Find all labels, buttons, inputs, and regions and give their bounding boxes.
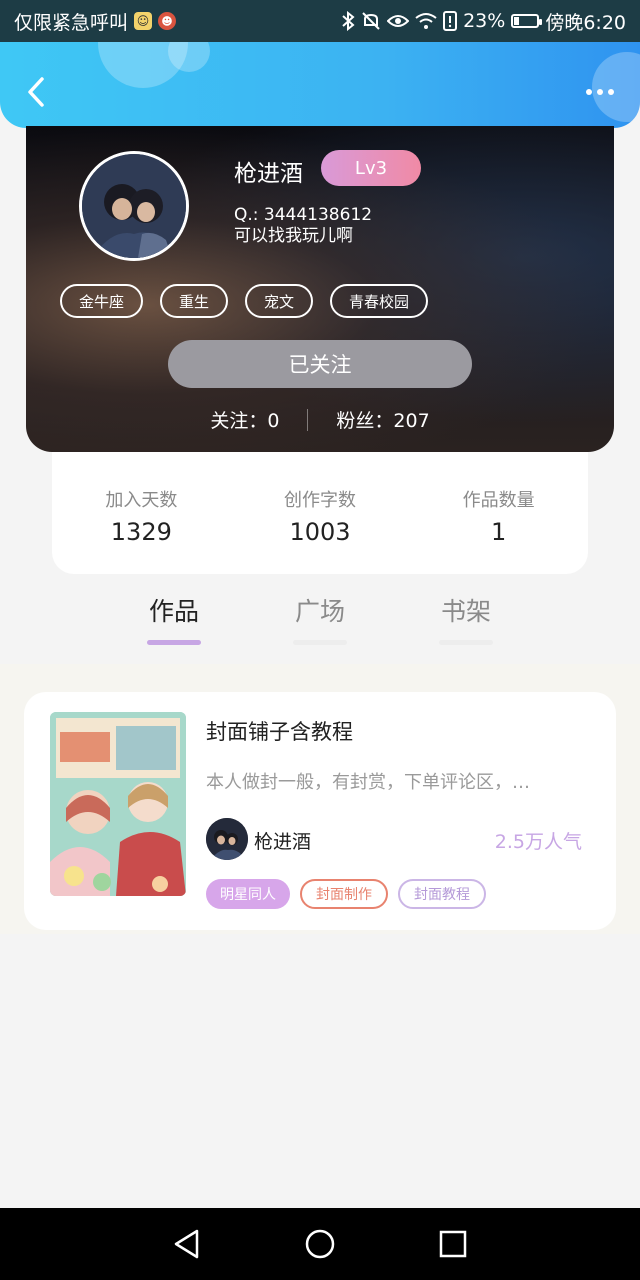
profile-tag[interactable]: 宠文	[245, 284, 314, 318]
work-description: 本人做封一般，有封赏，下单评论区，…	[206, 772, 530, 793]
qq-number: Q.: 3444138612	[234, 205, 373, 225]
avatar[interactable]	[79, 151, 189, 261]
nav-back-button[interactable]	[167, 1224, 207, 1264]
work-tag[interactable]: 封面制作	[300, 879, 388, 909]
work-title: 封面铺子含教程	[206, 720, 353, 744]
more-button[interactable]	[580, 80, 620, 104]
username: 枪进酒	[234, 161, 303, 187]
mute-icon	[361, 11, 381, 31]
stat-join-days: 加入天数 1329	[66, 486, 216, 546]
wifi-icon	[415, 12, 437, 30]
eye-icon	[387, 13, 410, 29]
alert-icon	[443, 11, 458, 31]
work-tags: 明星同人 封面制作 封面教程	[206, 879, 486, 909]
work-cover-image[interactable]	[50, 712, 186, 896]
following-count[interactable]: 关注：0	[210, 406, 279, 433]
stat-value: 1	[491, 518, 507, 546]
stat-value: 1329	[110, 518, 172, 546]
back-button[interactable]	[18, 72, 54, 112]
tab-bar: 作品 广场 书架	[0, 592, 640, 654]
tab-bookshelf[interactable]: 书架	[437, 592, 495, 654]
stat-label: 创作字数	[283, 490, 356, 511]
tab-indicator	[293, 640, 347, 645]
tab-indicator	[439, 640, 493, 645]
stat-work-count: 作品数量 1	[424, 486, 574, 546]
recents-square-icon	[440, 1230, 467, 1258]
tab-label: 书架	[440, 597, 491, 626]
battery-percent: 23%	[463, 10, 506, 32]
work-card[interactable]: 封面铺子含教程 本人做封一般，有封赏，下单评论区，… 枪进酒 2.5万人气 明星…	[24, 692, 616, 930]
tab-label: 作品	[148, 597, 199, 626]
divider	[307, 408, 309, 431]
profile-tag[interactable]: 金牛座	[60, 284, 144, 318]
profile-tag[interactable]: 重生	[160, 284, 229, 318]
tab-indicator	[147, 640, 201, 645]
author-name: 枪进酒	[254, 831, 312, 853]
system-nav-bar	[0, 1208, 640, 1280]
bluetooth-icon	[341, 11, 355, 31]
work-tag[interactable]: 明星同人	[206, 879, 290, 909]
profile-card: 枪进酒 Lv3 Q.: 3444138612 可以找我玩儿啊 金牛座 重生 宠文…	[26, 126, 614, 452]
app-notification-icon: ☺	[134, 12, 153, 30]
popularity-count: 2.5万人气	[494, 831, 582, 853]
stat-value: 1003	[289, 518, 351, 546]
stat-label: 作品数量	[462, 490, 535, 511]
stat-word-count: 创作字数 1003	[245, 486, 395, 546]
header-bar	[0, 42, 640, 128]
status-right: 23% 傍晚6:20	[341, 8, 626, 35]
follow-counts: 关注：0 粉丝：207	[26, 406, 614, 433]
tab-label: 广场	[294, 597, 345, 626]
app-notification-icon-2: ☻	[158, 12, 177, 30]
carrier-text: 仅限紧急呼叫	[14, 11, 129, 34]
status-bar: 仅限紧急呼叫 ☺ ☻ 23% 傍晚6:20	[0, 0, 640, 42]
back-triangle-icon	[174, 1229, 198, 1259]
clock: 傍晚6:20	[545, 11, 626, 34]
status-left: 仅限紧急呼叫 ☺ ☻	[14, 8, 177, 35]
author-avatar[interactable]	[206, 818, 248, 860]
tab-works[interactable]: 作品	[145, 592, 203, 654]
chevron-left-icon	[28, 77, 44, 107]
home-circle-icon	[305, 1229, 335, 1259]
stats-card: 加入天数 1329 创作字数 1003 作品数量 1	[52, 452, 588, 574]
nav-home-button[interactable]	[300, 1224, 340, 1264]
tab-square[interactable]: 广场	[291, 592, 349, 654]
work-tag[interactable]: 封面教程	[398, 879, 486, 909]
profile-tags: 金牛座 重生 宠文 青春校园	[60, 284, 429, 318]
followers-count[interactable]: 粉丝：207	[336, 406, 429, 433]
level-badge: Lv3	[321, 150, 421, 186]
stat-label: 加入天数	[105, 490, 178, 511]
bio-text: 可以找我玩儿啊	[234, 226, 353, 246]
more-dots-icon	[586, 89, 592, 95]
follow-button[interactable]: 已关注	[168, 340, 472, 388]
profile-tag[interactable]: 青春校园	[330, 284, 429, 318]
nav-recents-button[interactable]	[433, 1224, 473, 1264]
battery-icon	[511, 14, 543, 28]
